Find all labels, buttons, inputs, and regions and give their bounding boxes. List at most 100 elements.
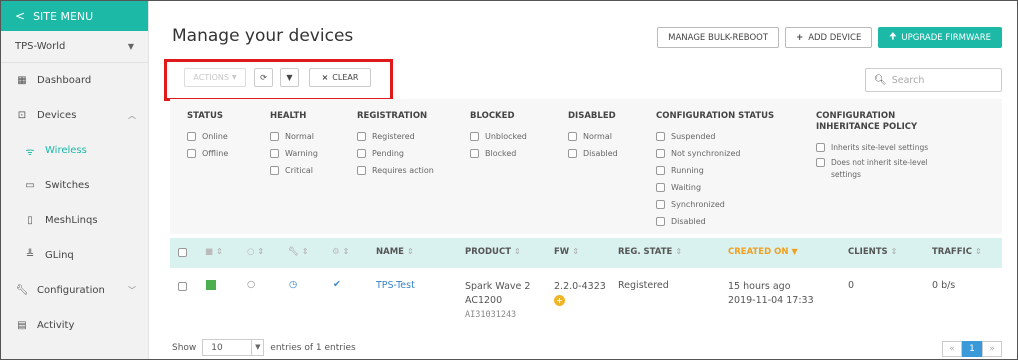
filter-option-normal[interactable]: Normal [270,128,318,145]
checkbox[interactable] [187,132,196,141]
sidebar-item-label: GLinq [45,250,74,261]
pagination: « 1 » [942,341,1002,357]
filter-option-running[interactable]: Running [656,162,774,179]
sidebar-item-activity[interactable]: ▤ Activity [1,308,148,343]
checkbox[interactable] [357,149,366,158]
filter-option-critical[interactable]: Critical [270,162,318,179]
main-content: Manage your devices MANAGE BULK-REBOOT +… [150,1,1016,359]
col-wrench-sort[interactable]: 🔧︎ ⇕ [288,247,309,257]
prev-page-button[interactable]: « [942,341,962,357]
device-name-link[interactable]: TPS-Test [376,280,415,291]
sidebar-item-dashboard[interactable]: ▦ Dashboard [1,63,148,98]
filter-option-registered[interactable]: Registered [357,128,434,145]
checkbox[interactable] [270,132,279,141]
manage-bulk-reboot-button[interactable]: MANAGE BULK-REBOOT [657,27,780,48]
col-gear-sort[interactable]: ⚙ ⇕ [332,247,349,257]
checkbox[interactable] [816,143,825,152]
filter-option-disabled[interactable]: Disabled [568,145,618,162]
checkbox[interactable] [568,149,577,158]
sidebar-item-wireless[interactable]: ᯤ Wireless [1,133,148,168]
sort-icon: ⇕ [301,247,309,256]
filter-registration: REGISTRATION Registered Pending Requires… [357,111,434,179]
filter-option-warning[interactable]: Warning [270,145,318,162]
page-size-select[interactable]: 10 ▼ [202,339,265,356]
filter-option-offline[interactable]: Offline [187,145,228,162]
filter-option-not-synchronized[interactable]: Not synchronized [656,145,774,162]
filter-option-online[interactable]: Online [187,128,228,145]
sidebar-item-glinq[interactable]: ╩ GLinq [1,238,148,273]
serial-number: AI31031243 [465,310,517,320]
fw-version: 2.2.0-4323 [554,281,606,292]
checkbox[interactable] [357,166,366,175]
upgrade-firmware-button[interactable]: 🠉︎ UPGRADE FIRMWARE [878,27,1002,48]
checkbox[interactable] [187,149,196,158]
sort-icon: ⇕ [974,247,982,256]
page-button[interactable]: 1 [962,341,982,357]
checkbox[interactable] [357,132,366,141]
row-checkbox[interactable] [178,282,193,294]
entries-count: entries of 1 entries [270,342,356,353]
sort-icon: ⇕ [514,247,521,256]
next-page-button[interactable]: » [982,341,1002,357]
filter-option-synchronized[interactable]: Synchronized [656,196,774,213]
filter-option-disabled[interactable]: Disabled [656,213,774,230]
wrench-icon: 🔧︎ [288,247,299,257]
search-placeholder: Search [891,74,925,86]
sidebar-item-switches[interactable]: ▭ Switches [1,168,148,203]
filter-option-suspended[interactable]: Suspended [656,128,774,145]
col-product[interactable]: PRODUCT ⇕ [465,247,521,257]
upgrade-available-icon[interactable]: + [554,295,565,306]
checkbox[interactable] [470,149,479,158]
checkbox[interactable] [656,200,665,209]
header-actions: MANAGE BULK-REBOOT + ADD DEVICE 🠉︎ UPGRA… [657,27,1002,48]
sidebar-item-label: Devices [37,110,77,121]
filter-option-normal[interactable]: Normal [568,128,618,145]
checkbox[interactable] [270,149,279,158]
filter-option-pending[interactable]: Pending [357,145,434,162]
checkbox[interactable] [656,166,665,175]
checkbox[interactable] [270,166,279,175]
col-reg-state[interactable]: REG. STATE ⇕ [618,247,682,257]
col-name[interactable]: NAME ⇕ [376,247,414,257]
checkbox[interactable] [568,132,577,141]
filter-option-inherits[interactable]: Inherits site-level settings [816,139,928,156]
filter-option-not-inherit[interactable]: Does not inherit site-level [816,156,928,168]
option-label: Does not inherit site-level [831,157,928,167]
wifi-icon: ᯤ [25,146,35,158]
arrow-up-icon: 🠉︎ [889,31,897,42]
filter-title-line: CONFIGURATION [816,111,896,121]
filter-option-unblocked[interactable]: Unblocked [470,128,527,145]
checkbox[interactable] [470,132,479,141]
checkbox[interactable] [656,183,665,192]
gear-icon: ⚙ [332,247,340,257]
filter-option-requires-action[interactable]: Requires action [357,162,434,179]
col-clients[interactable]: CLIENTS ⇕ [848,247,897,257]
filter-option-blocked[interactable]: Blocked [470,145,527,162]
search-input[interactable]: 🔍︎ Search [865,68,1002,92]
select-all-checkbox[interactable] [178,247,193,260]
chevron-left-icon: < [15,9,26,23]
col-traffic[interactable]: TRAFFIC ⇕ [932,247,982,257]
col-fw[interactable]: FW ⇕ [554,247,579,257]
checkbox[interactable] [656,217,665,226]
plus-icon: + [796,32,804,43]
sidebar-item-configuration[interactable]: 🔧︎ Configuration ﹀ [1,273,148,308]
option-label: Disabled [671,217,706,226]
product-cell: Spark Wave 2 AC1200 AI31031243 [465,280,530,322]
org-selector[interactable]: TPS-World ▼ [1,31,148,63]
checkbox[interactable] [656,132,665,141]
sidebar-item-meshlinqs[interactable]: ▯ MeshLinqs [1,203,148,238]
col-created-on[interactable]: CREATED ON ▼ [728,247,798,257]
col-health-sort[interactable]: ■ ⇕ [205,247,223,257]
filter-option-waiting[interactable]: Waiting [656,179,774,196]
sidebar-item-devices[interactable]: ⊡ Devices ︿ [1,98,148,133]
traffic-cell: 0 b/s [932,280,956,291]
col-status-sort[interactable]: ○ ⇕ [247,247,264,257]
checkbox[interactable] [816,157,825,167]
check-icon: ✔ [333,279,341,290]
checkbox[interactable] [656,149,665,158]
chevron-down-icon: ▼ [251,340,263,355]
column-label: CREATED ON [728,247,789,257]
add-device-button[interactable]: + ADD DEVICE [785,27,873,48]
site-menu-button[interactable]: < SITE MENU [1,1,148,31]
